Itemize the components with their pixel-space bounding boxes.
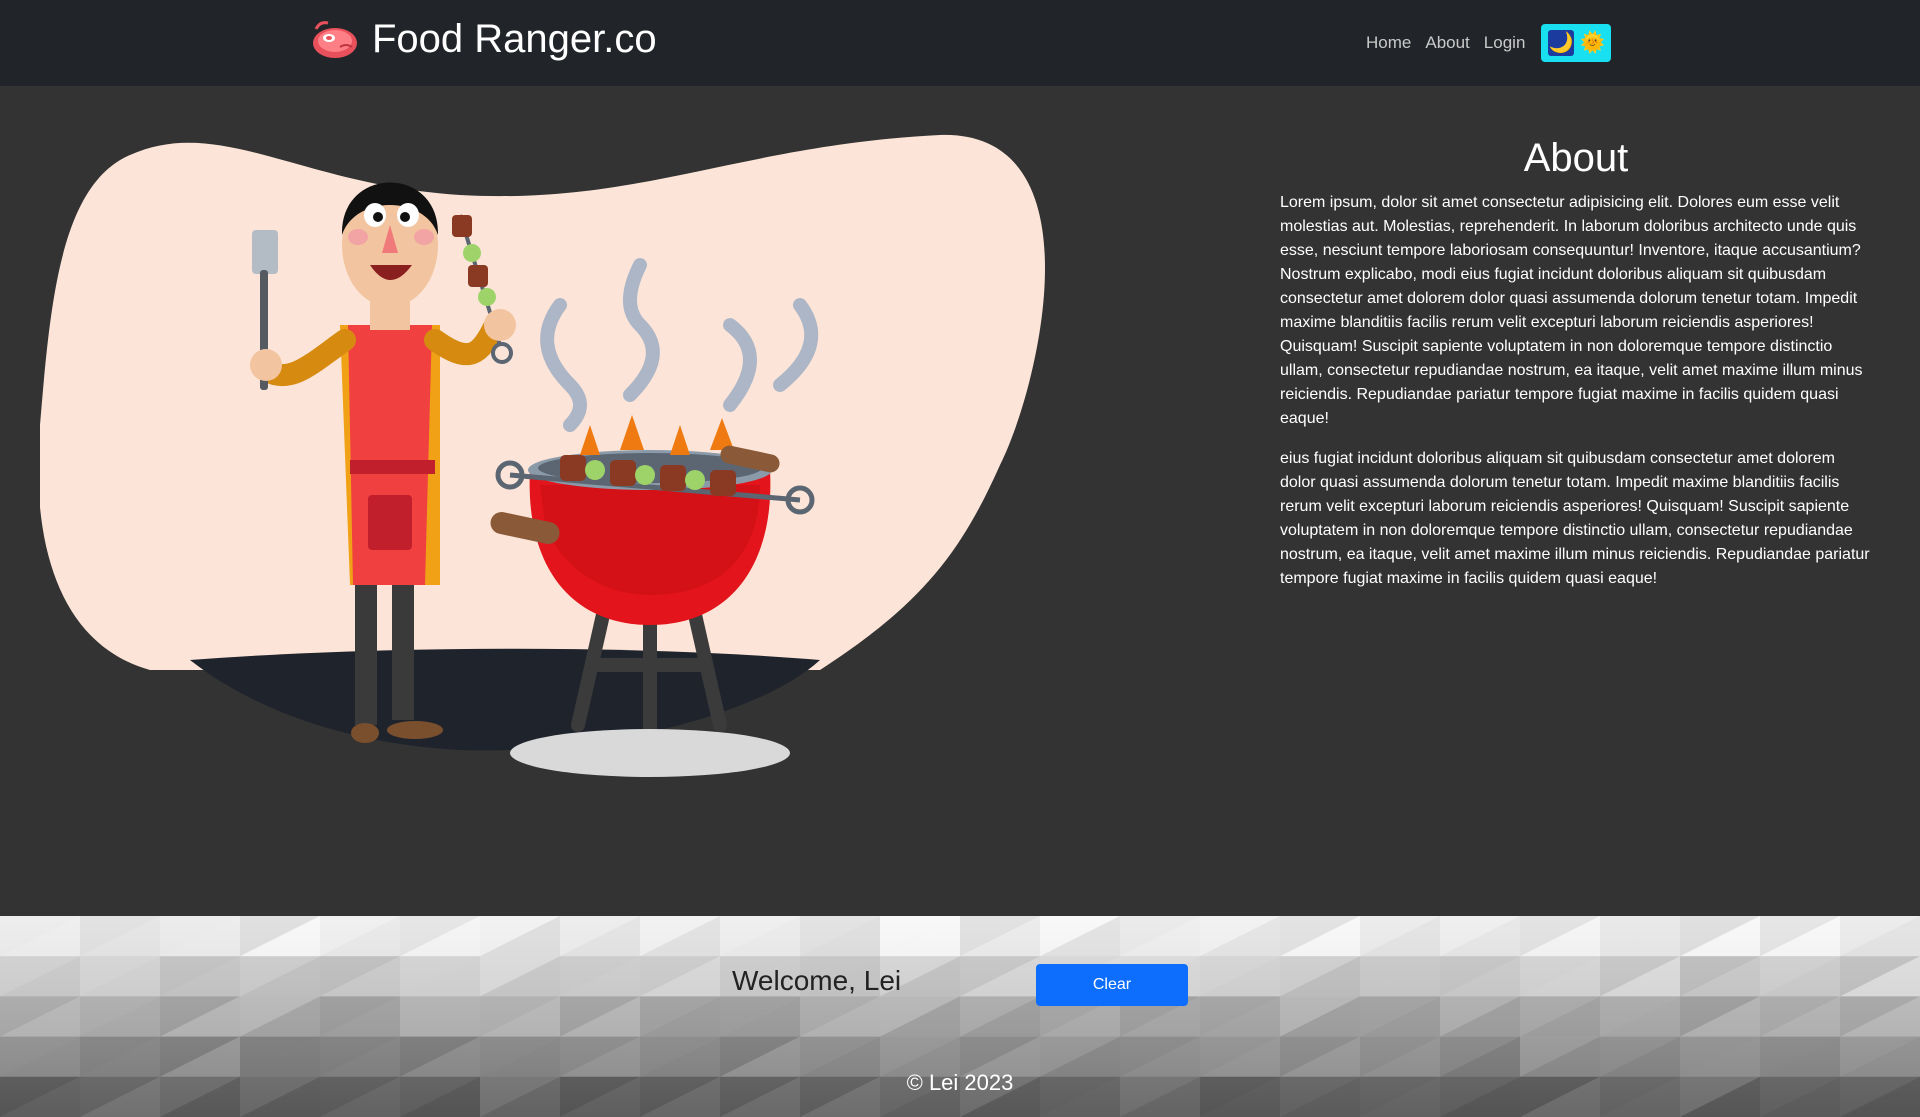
nav-login[interactable]: Login [1484,33,1526,53]
navbar: Food Ranger.co Home About Login 🌙 🌞 [0,0,1920,86]
background-blob [40,134,1045,670]
brand[interactable]: Food Ranger.co [310,14,657,64]
nav-links: Home About Login 🌙 🌞 [1366,24,1612,62]
about-paragraph-2: eius fugiat incidunt doloribus aliquam s… [1280,450,1870,587]
copyright: © Lei 2023 [906,1070,1014,1095]
steak-icon [313,21,357,58]
clear-button[interactable]: Clear [1036,964,1188,1006]
nav-about[interactable]: About [1425,33,1469,53]
about-paragraph-1: Lorem ipsum, dolor sit amet consectetur … [1280,194,1863,427]
about-title: About [1523,136,1629,180]
welcome-message: Welcome, Lei [732,965,902,996]
footer: Welcome, Lei Clear © Lei 2023 [0,916,1920,1117]
grill-base [510,729,790,777]
theme-toggle-button[interactable]: 🌙 🌞 [1541,24,1612,62]
nav-home[interactable]: Home [1366,33,1411,53]
sun-icon: 🌞 [1579,32,1605,54]
bbq-chef-illustration [40,134,1045,777]
about-section: About Lorem ipsum, dolor sit amet consec… [1280,135,1872,607]
brand-name: Food Ranger.co [372,17,657,61]
moon-icon: 🌙 [1547,30,1574,56]
